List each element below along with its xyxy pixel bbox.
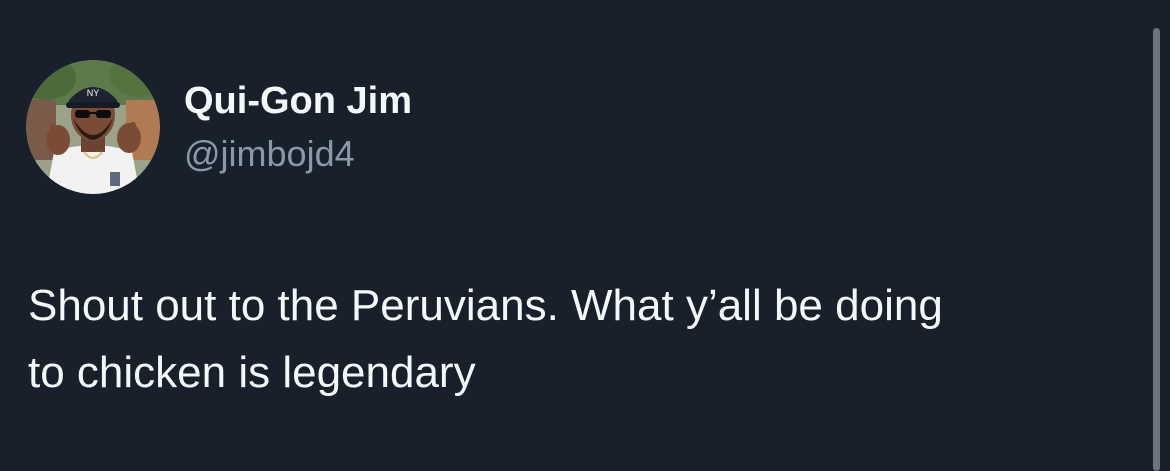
svg-text:NY: NY xyxy=(87,88,100,98)
tweet-text: Shout out to the Peruvians. What y’all b… xyxy=(28,272,1118,406)
author-display-name[interactable]: Qui-Gon Jim xyxy=(184,78,412,124)
author-handle[interactable]: @jimbojd4 xyxy=(184,132,355,176)
avatar[interactable]: NY xyxy=(26,60,160,194)
tweet-text-line: Shout out to the Peruvians. What y’all b… xyxy=(28,281,943,330)
scrollbar-thumb[interactable] xyxy=(1153,28,1160,471)
tweet-card: NY Qui-Gon Jim @jimbojd4 Shout out to th… xyxy=(0,0,1170,471)
scrollbar[interactable] xyxy=(1150,28,1162,471)
tweet-text-line: to chicken is legendary xyxy=(28,348,476,397)
profile-photo-icon: NY xyxy=(26,60,160,194)
